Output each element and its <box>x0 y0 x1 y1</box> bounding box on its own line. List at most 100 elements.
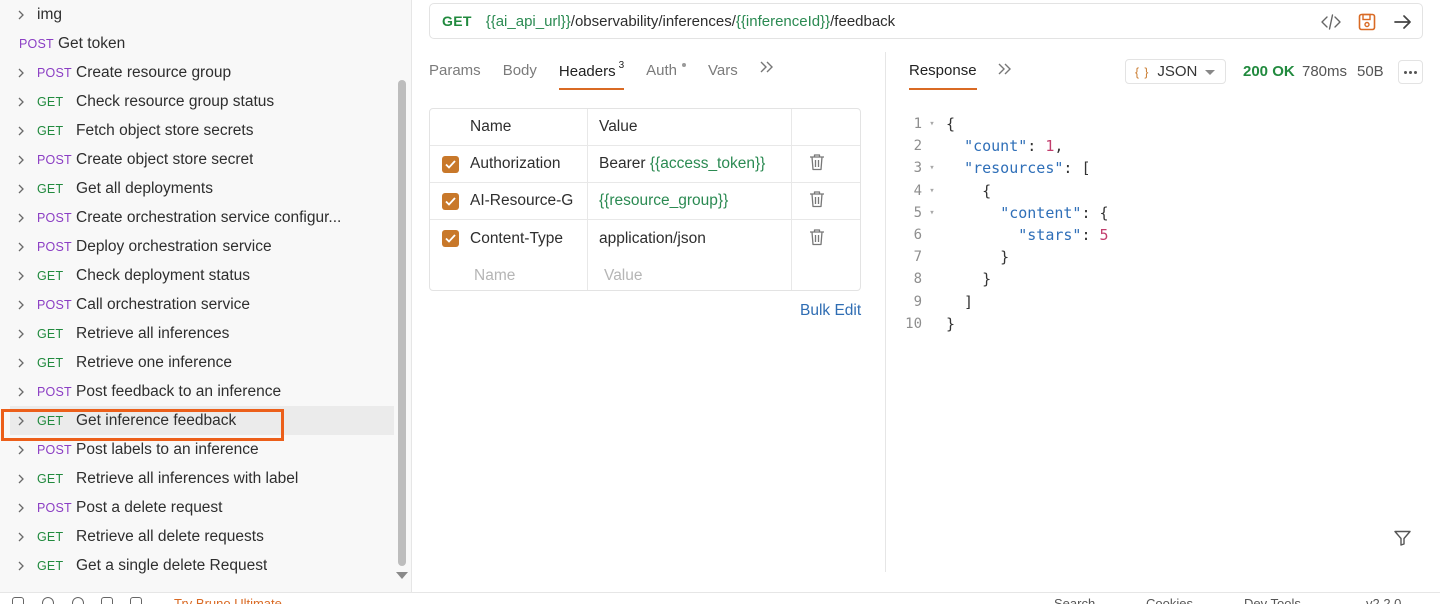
fold-arrow-icon[interactable]: ▾ <box>922 163 942 173</box>
tab-auth[interactable]: Auth <box>646 60 687 90</box>
more-response-tabs-icon[interactable] <box>998 59 1012 80</box>
chevron-right-icon[interactable] <box>16 126 26 136</box>
sidebar-folder[interactable]: GET Retrieve one inference <box>10 348 394 377</box>
header-value-input[interactable]: application/json <box>599 230 706 248</box>
trash-icon[interactable] <box>809 153 825 175</box>
chevron-right-icon[interactable] <box>16 358 26 368</box>
header-enabled-checkbox[interactable] <box>442 155 459 173</box>
sidebar-folder[interactable]: GET Get a single delete Request <box>10 551 394 580</box>
code-icon[interactable] <box>1318 10 1344 34</box>
chevron-right-icon[interactable] <box>16 561 26 571</box>
pane-divider[interactable] <box>885 52 886 572</box>
header-name-input[interactable]: Authorization <box>470 155 586 173</box>
chevron-right-icon[interactable] <box>16 387 26 397</box>
tab-body[interactable]: Body <box>503 60 537 90</box>
sidebar-folder[interactable]: POST Call orchestration service <box>10 290 394 319</box>
method-badge: GET <box>37 123 64 138</box>
search-button[interactable]: Search <box>1054 596 1095 604</box>
tab-auth-label: Auth <box>646 62 678 79</box>
tab-headers[interactable]: Headers 3 <box>558 60 625 90</box>
sidebar-folder[interactable]: GET Fetch object store secrets <box>10 116 394 145</box>
sidebar-folder[interactable]: img <box>10 0 394 29</box>
method-badge: GET <box>37 355 64 370</box>
header-value-input[interactable]: Bearer {{access_token}} <box>599 155 765 173</box>
fold-arrow-icon[interactable]: ▾ <box>922 119 942 129</box>
url-input[interactable]: {{ai_api_url}}/observability/inferences/… <box>486 13 896 30</box>
sidebar-folder[interactable]: GET Retrieve all inferences with label <box>10 464 394 493</box>
trash-icon[interactable] <box>809 228 825 250</box>
chevron-right-icon[interactable] <box>16 213 26 223</box>
sidebar-item-label: img <box>37 5 62 23</box>
chevron-right-icon[interactable] <box>16 242 26 252</box>
line-number: 4 <box>913 182 922 199</box>
sidebar-folder[interactable]: GET Check resource group status <box>10 87 394 116</box>
dev-tools-button[interactable]: Dev Tools <box>1244 596 1301 604</box>
sidebar-folder[interactable]: GET Retrieve all inferences <box>10 319 394 348</box>
code-line: 2 "count": 1, <box>900 135 1064 157</box>
header-enabled-checkbox[interactable] <box>442 192 459 210</box>
sidebar-folder[interactable]: POST Deploy orchestration service <box>10 232 394 261</box>
save-icon[interactable] <box>1354 10 1380 34</box>
sidebar-folder[interactable]: POST Create orchestration service configu… <box>10 203 394 232</box>
chevron-right-icon[interactable] <box>16 503 26 513</box>
sidebar-request[interactable]: POST Get token <box>10 29 394 58</box>
response-format-select[interactable]: { } JSON <box>1125 59 1226 84</box>
help-icon[interactable] <box>42 597 54 604</box>
scroll-down-arrow[interactable] <box>396 572 408 579</box>
send-arrow-icon[interactable] <box>1390 10 1416 34</box>
new-header-name-input[interactable]: Name <box>474 267 590 285</box>
method-badge: GET <box>37 94 64 109</box>
sidebar-scrollbar[interactable] <box>398 80 406 566</box>
url-bar[interactable]: GET {{ai_api_url}}/observability/inferen… <box>429 3 1423 39</box>
code-line: 8 } <box>900 268 992 290</box>
chevron-right-icon[interactable] <box>16 10 26 20</box>
tab-vars[interactable]: Vars <box>708 60 738 90</box>
chevron-right-icon[interactable] <box>16 300 26 310</box>
tab-response[interactable]: Response <box>909 62 977 90</box>
code-line: 1 ▾{ <box>900 113 955 135</box>
home-icon[interactable] <box>101 597 113 604</box>
try-ultimate-link[interactable]: Try Bruno Ultimate <box>174 596 282 604</box>
tab-params[interactable]: Params <box>429 60 481 90</box>
sidebar-folder[interactable]: GET Get all deployments <box>10 174 394 203</box>
sidebar-item-label: Create resource group <box>76 63 232 81</box>
sidebar-folder[interactable]: GET Check deployment status <box>10 261 394 290</box>
more-tabs-icon[interactable] <box>760 57 774 78</box>
more-options-icon[interactable] <box>1398 60 1423 84</box>
header-enabled-checkbox[interactable] <box>442 230 459 247</box>
sidebar-folder[interactable]: POST Create resource group <box>10 58 394 87</box>
method-badge: POST <box>37 210 72 225</box>
header-row: Authorization Bearer {{access_token}} <box>430 146 860 183</box>
chevron-right-icon[interactable] <box>16 532 26 542</box>
settings-icon[interactable] <box>12 597 24 604</box>
sidebar-folder[interactable]: GET Retrieve all delete requests <box>10 522 394 551</box>
trash-icon[interactable] <box>809 190 825 212</box>
fold-arrow-icon[interactable]: ▾ <box>922 208 942 218</box>
chevron-right-icon[interactable] <box>16 329 26 339</box>
filter-icon[interactable] <box>1394 530 1411 550</box>
fold-arrow-icon[interactable]: ▾ <box>922 186 942 196</box>
chevron-right-icon[interactable] <box>16 68 26 78</box>
header-value-input[interactable]: {{resource_group}} <box>599 192 728 210</box>
response-status: 200 OK <box>1243 63 1295 80</box>
chevron-right-icon[interactable] <box>16 155 26 165</box>
method-badge: POST <box>37 500 72 515</box>
header-name-input[interactable]: AI-Resource-G <box>470 192 586 210</box>
sidebar-folder[interactable]: POST Post feedback to an inference <box>10 377 394 406</box>
sidebar-folder[interactable]: POST Post a delete request <box>10 493 394 522</box>
json-key: "resources" <box>964 159 1064 178</box>
github-icon[interactable] <box>72 597 84 604</box>
bulk-edit-link[interactable]: Bulk Edit <box>800 302 861 320</box>
sidebar-folder[interactable]: POST Create object store secret <box>10 145 394 174</box>
chevron-right-icon[interactable] <box>16 445 26 455</box>
cookies-button[interactable]: Cookies <box>1146 596 1193 604</box>
chevron-right-icon[interactable] <box>16 97 26 107</box>
chevron-right-icon[interactable] <box>16 474 26 484</box>
url-method[interactable]: GET <box>442 13 472 29</box>
bug-icon[interactable] <box>130 597 142 604</box>
chevron-right-icon[interactable] <box>16 271 26 281</box>
header-name-input[interactable]: Content-Type <box>470 230 586 248</box>
new-header-value-input[interactable]: Value <box>604 267 643 285</box>
chevron-right-icon[interactable] <box>16 184 26 194</box>
status-bar: Try Bruno Ultimate Search Cookies Dev To… <box>0 592 1440 604</box>
